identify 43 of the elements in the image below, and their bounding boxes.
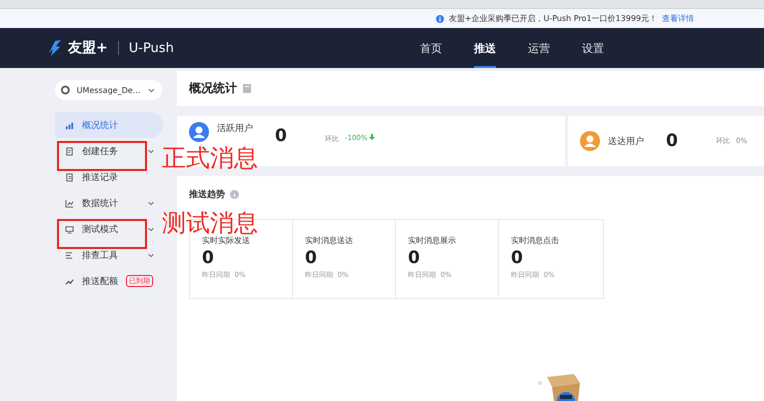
info-icon xyxy=(436,14,444,22)
metric-value: 0 xyxy=(408,248,421,268)
sidebar-item[interactable]: 测试模式 xyxy=(55,216,163,242)
info-icon xyxy=(230,190,239,199)
sidebar-item[interactable]: 概况统计 xyxy=(55,112,163,138)
brand-name: 友盟+ xyxy=(68,39,108,57)
app-selector[interactable]: UMessage_De... xyxy=(55,80,162,100)
line-chart-icon xyxy=(65,198,74,208)
sidebar-item[interactable]: 排查工具 xyxy=(55,242,163,268)
product-name: U-Push xyxy=(128,40,174,56)
app-avatar-icon xyxy=(61,85,70,95)
notice-text: 友盟+企业采购季已开启，U-Push Pro1一口价13999元！ xyxy=(448,13,657,24)
metric-title: 实时实际发送 xyxy=(202,235,251,246)
annotation-text: 正式消息 xyxy=(162,145,258,171)
list-icon xyxy=(65,250,74,260)
trend-icon xyxy=(65,276,74,286)
document-icon xyxy=(243,84,251,93)
stat-value: 0 xyxy=(275,126,288,146)
nav-tab[interactable]: 推送 xyxy=(474,28,496,68)
sidebar-item[interactable]: 推送记录 xyxy=(55,164,163,190)
metric-title: 实时消息点击 xyxy=(511,235,560,246)
metric-title: 实时消息展示 xyxy=(408,235,457,246)
metric-value: 0 xyxy=(511,248,524,268)
metric-title: 实时消息送达 xyxy=(305,235,354,246)
document-icon xyxy=(65,146,74,156)
stat-value: 0 xyxy=(666,131,679,151)
document-icon xyxy=(65,172,74,182)
nav-tab[interactable]: 运营 xyxy=(528,28,550,68)
bar-chart-icon xyxy=(65,120,74,130)
metric-value: 0 xyxy=(202,248,215,268)
monitor-icon xyxy=(65,224,74,234)
details-link[interactable]: 查看详情 xyxy=(662,13,694,24)
stat-label: 活跃用户 xyxy=(217,122,253,135)
section-title: 推送趋势 xyxy=(189,188,225,201)
page-title: 概况统计 xyxy=(189,80,237,97)
sidebar-item[interactable]: 数据统计 xyxy=(55,190,163,216)
sidebar-item[interactable]: 创建任务 xyxy=(55,138,163,164)
metric-value: 0 xyxy=(305,248,318,268)
nav-tab[interactable]: 设置 xyxy=(582,28,604,68)
nav-tab[interactable]: 首页 xyxy=(420,28,442,68)
logo-icon xyxy=(46,39,64,57)
stat-label: 送达用户 xyxy=(608,136,644,148)
annotation-text: 测试消息 xyxy=(162,210,258,236)
